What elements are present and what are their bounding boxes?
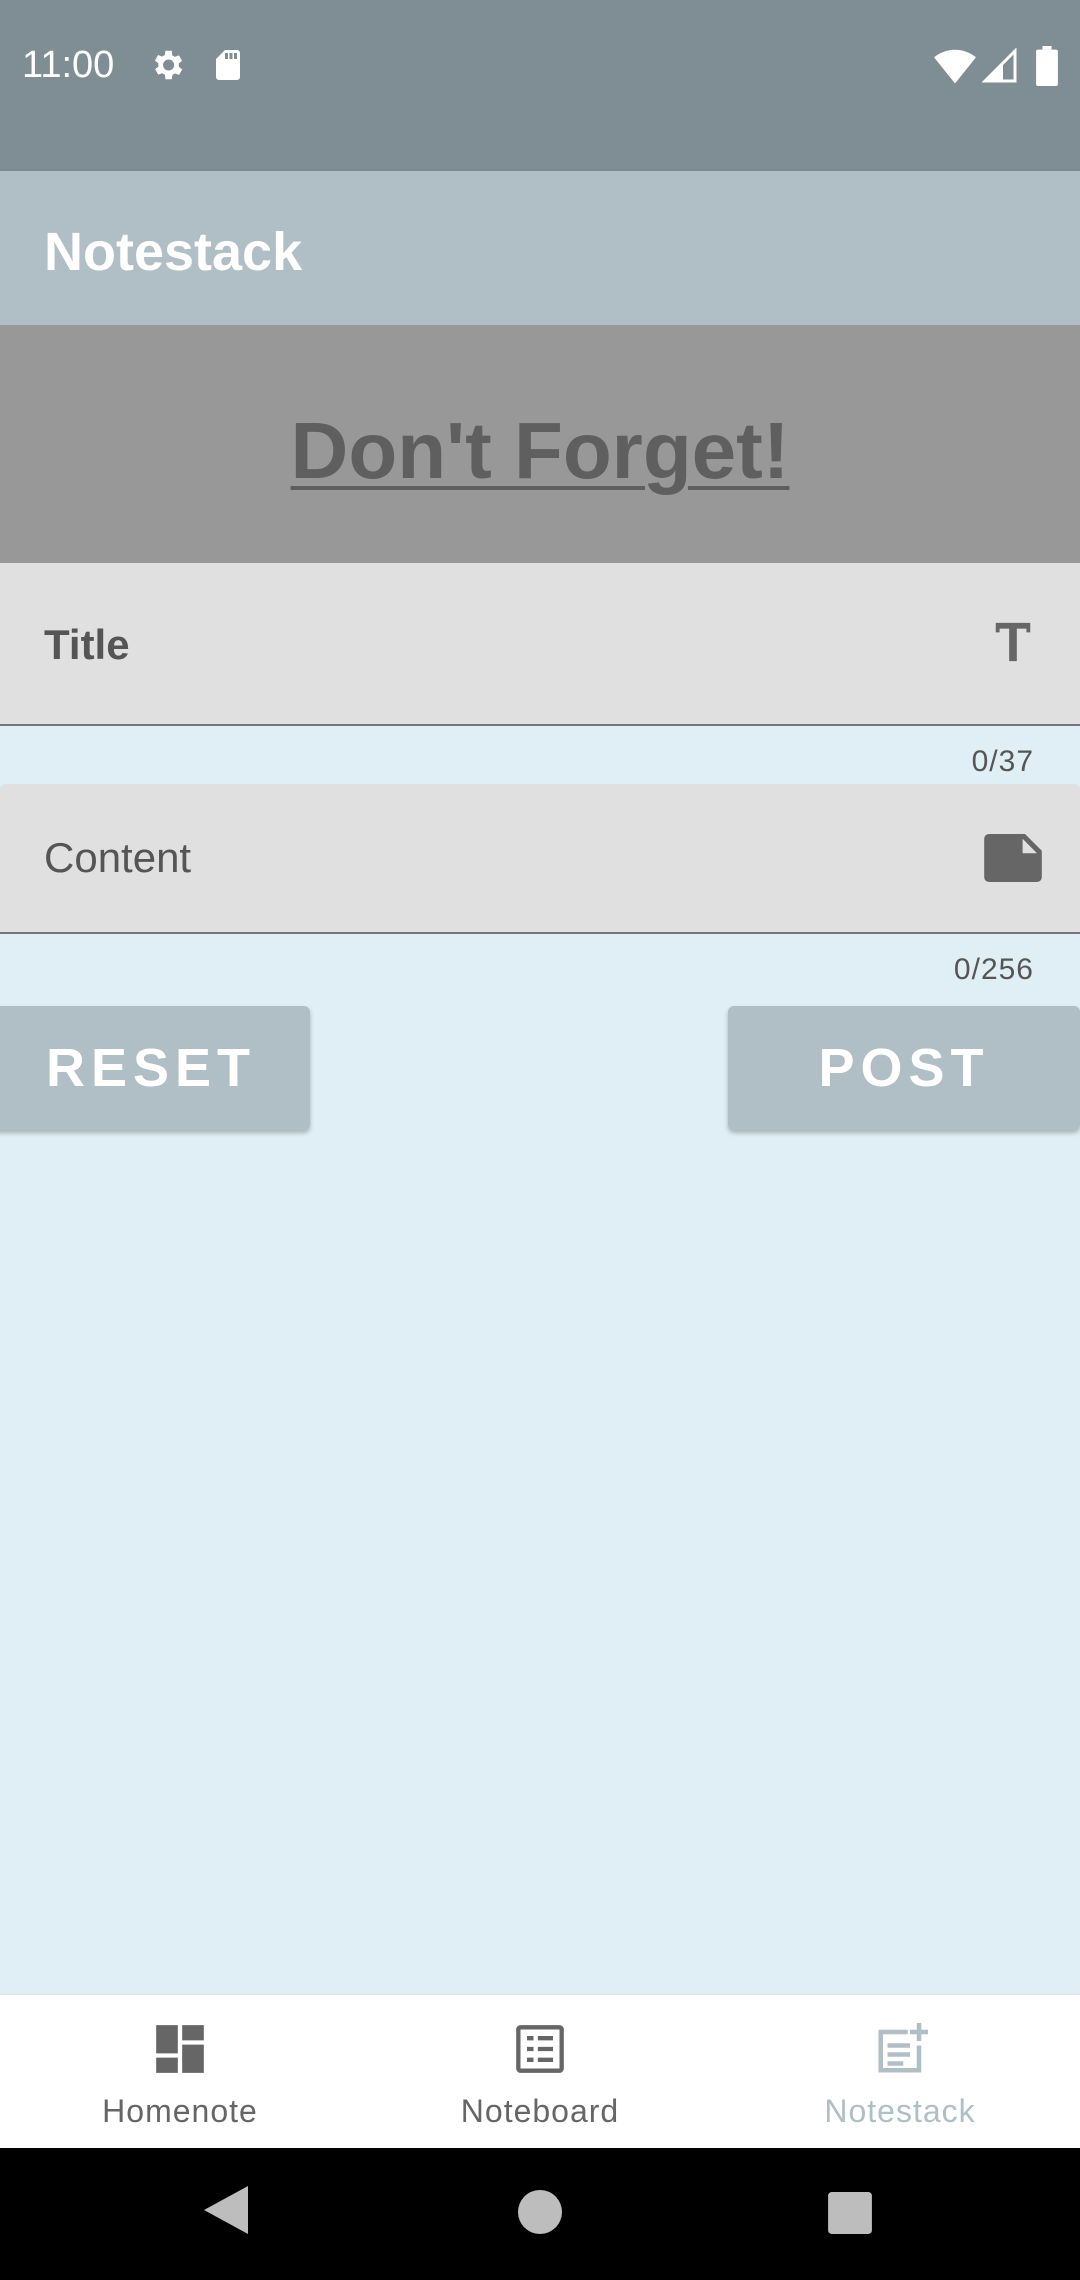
nav-label-noteboard: Noteboard: [460, 2093, 620, 2129]
banner: Don't Forget!: [0, 325, 1080, 563]
gear-icon: [148, 46, 186, 89]
status-bar: 11:00: [0, 0, 1080, 171]
note-add-icon: [874, 2023, 928, 2082]
title-field[interactable]: Title: [0, 563, 1080, 726]
app-bar: Notestack: [0, 171, 1080, 325]
dashboard-icon: [154, 2023, 206, 2080]
battery-icon: [1036, 46, 1058, 91]
title-field-label: Title: [44, 621, 130, 668]
nav-item-homenote[interactable]: Homenote: [0, 1995, 360, 2150]
content-field[interactable]: Content: [0, 784, 1080, 934]
bottom-nav: Homenote Noteboard Notestack: [0, 1993, 1080, 2150]
content-field-label: Content: [44, 834, 192, 881]
banner-text: Don't Forget!: [290, 406, 790, 495]
nav-item-notestack[interactable]: Notestack: [720, 1995, 1080, 2150]
reset-button[interactable]: RESET: [0, 1006, 310, 1130]
list-board-icon: [514, 2023, 566, 2080]
nav-label-notestack: Notestack: [824, 2093, 976, 2129]
home-icon[interactable]: [518, 2190, 562, 2239]
nav-label-homenote: Homenote: [102, 2093, 258, 2129]
app-title: Notestack: [44, 222, 303, 282]
note-icon: [984, 834, 1042, 887]
system-nav-bar: [0, 2148, 1080, 2280]
title-t-icon: [990, 619, 1036, 670]
content-counter: 0/256: [953, 953, 1034, 986]
title-counter: 0/37: [971, 745, 1034, 778]
wifi-icon: [934, 48, 976, 89]
cell-signal-icon: [981, 47, 1018, 89]
nav-item-noteboard[interactable]: Noteboard: [360, 1995, 720, 2150]
status-time: 11:00: [22, 44, 115, 86]
sd-card-icon: [210, 46, 246, 89]
back-icon[interactable]: [204, 2186, 248, 2239]
post-button[interactable]: POST: [728, 1006, 1080, 1130]
recents-icon[interactable]: [828, 2192, 872, 2239]
